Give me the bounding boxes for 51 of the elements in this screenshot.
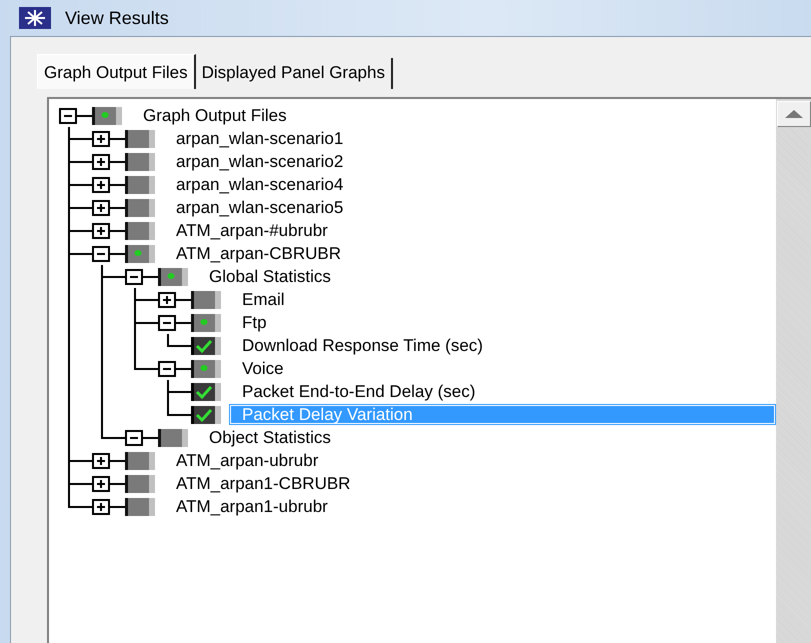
square-icon[interactable] (125, 474, 155, 492)
collapse-toggle[interactable] (59, 108, 77, 124)
expand-toggle[interactable] (92, 476, 110, 492)
expand-toggle[interactable] (92, 498, 110, 514)
tree-item[interactable]: Global Statistics (206, 266, 334, 287)
square-icon[interactable] (125, 152, 155, 170)
tree-item[interactable]: Ftp (239, 312, 270, 333)
tree-item[interactable]: ATM_arpan-ubrubr (173, 450, 322, 471)
tree-item[interactable]: ATM_arpan1-CBRUBR (173, 473, 354, 494)
tree-item[interactable]: ATM_arpan-#ubrubr (173, 220, 331, 241)
collapse-toggle[interactable] (158, 314, 176, 330)
tree-item[interactable]: Download Response Time (sec) (239, 335, 486, 356)
scroll-up-button[interactable] (777, 101, 811, 127)
checkmark-icon[interactable] (191, 406, 221, 424)
tree-item[interactable]: arpan_wlan-scenario4 (173, 174, 346, 195)
tree-item[interactable]: arpan_wlan-scenario5 (173, 197, 346, 218)
tree-item[interactable]: arpan_wlan-scenario2 (173, 151, 346, 172)
tree-item[interactable]: Packet End-to-End Delay (sec) (239, 381, 478, 402)
up-arrow-icon (785, 110, 803, 118)
tree-item[interactable]: Graph Output Files (140, 105, 290, 126)
tree-item[interactable]: Email (239, 289, 288, 310)
square-icon[interactable] (191, 290, 221, 308)
collapse-toggle[interactable] (158, 360, 176, 376)
scrollbar[interactable] (776, 99, 811, 643)
tree-item[interactable]: ATM_arpan-CBRUBR (173, 243, 344, 264)
tree-item[interactable]: Object Statistics (206, 427, 334, 448)
expand-toggle[interactable] (92, 154, 110, 170)
expand-toggle[interactable] (92, 200, 110, 216)
square-icon[interactable] (125, 222, 155, 240)
expand-toggle[interactable] (92, 222, 110, 238)
collapse-toggle[interactable] (125, 268, 143, 284)
square-icon[interactable] (125, 452, 155, 470)
expand-toggle[interactable] (92, 130, 110, 146)
expand-toggle[interactable] (92, 176, 110, 192)
tree-item[interactable]: Voice (239, 358, 287, 379)
checkmark-icon[interactable] (191, 336, 221, 354)
window-title: View Results (65, 8, 169, 28)
checkmark-icon[interactable] (191, 382, 221, 400)
tab[interactable]: Graph Output Files (37, 54, 196, 89)
app-icon (19, 7, 51, 29)
tree-item[interactable]: arpan_wlan-scenario1 (173, 128, 346, 149)
collapse-toggle[interactable] (125, 430, 143, 446)
square-icon[interactable] (125, 130, 155, 148)
expand-toggle[interactable] (158, 292, 176, 308)
square-icon[interactable] (125, 198, 155, 216)
collapse-toggle[interactable] (92, 246, 110, 262)
square-icon[interactable] (125, 176, 155, 194)
square-icon[interactable] (158, 428, 188, 446)
tree-item[interactable]: ATM_arpan1-ubrubr (173, 496, 331, 517)
expand-toggle[interactable] (92, 452, 110, 468)
square-icon[interactable] (125, 498, 155, 516)
